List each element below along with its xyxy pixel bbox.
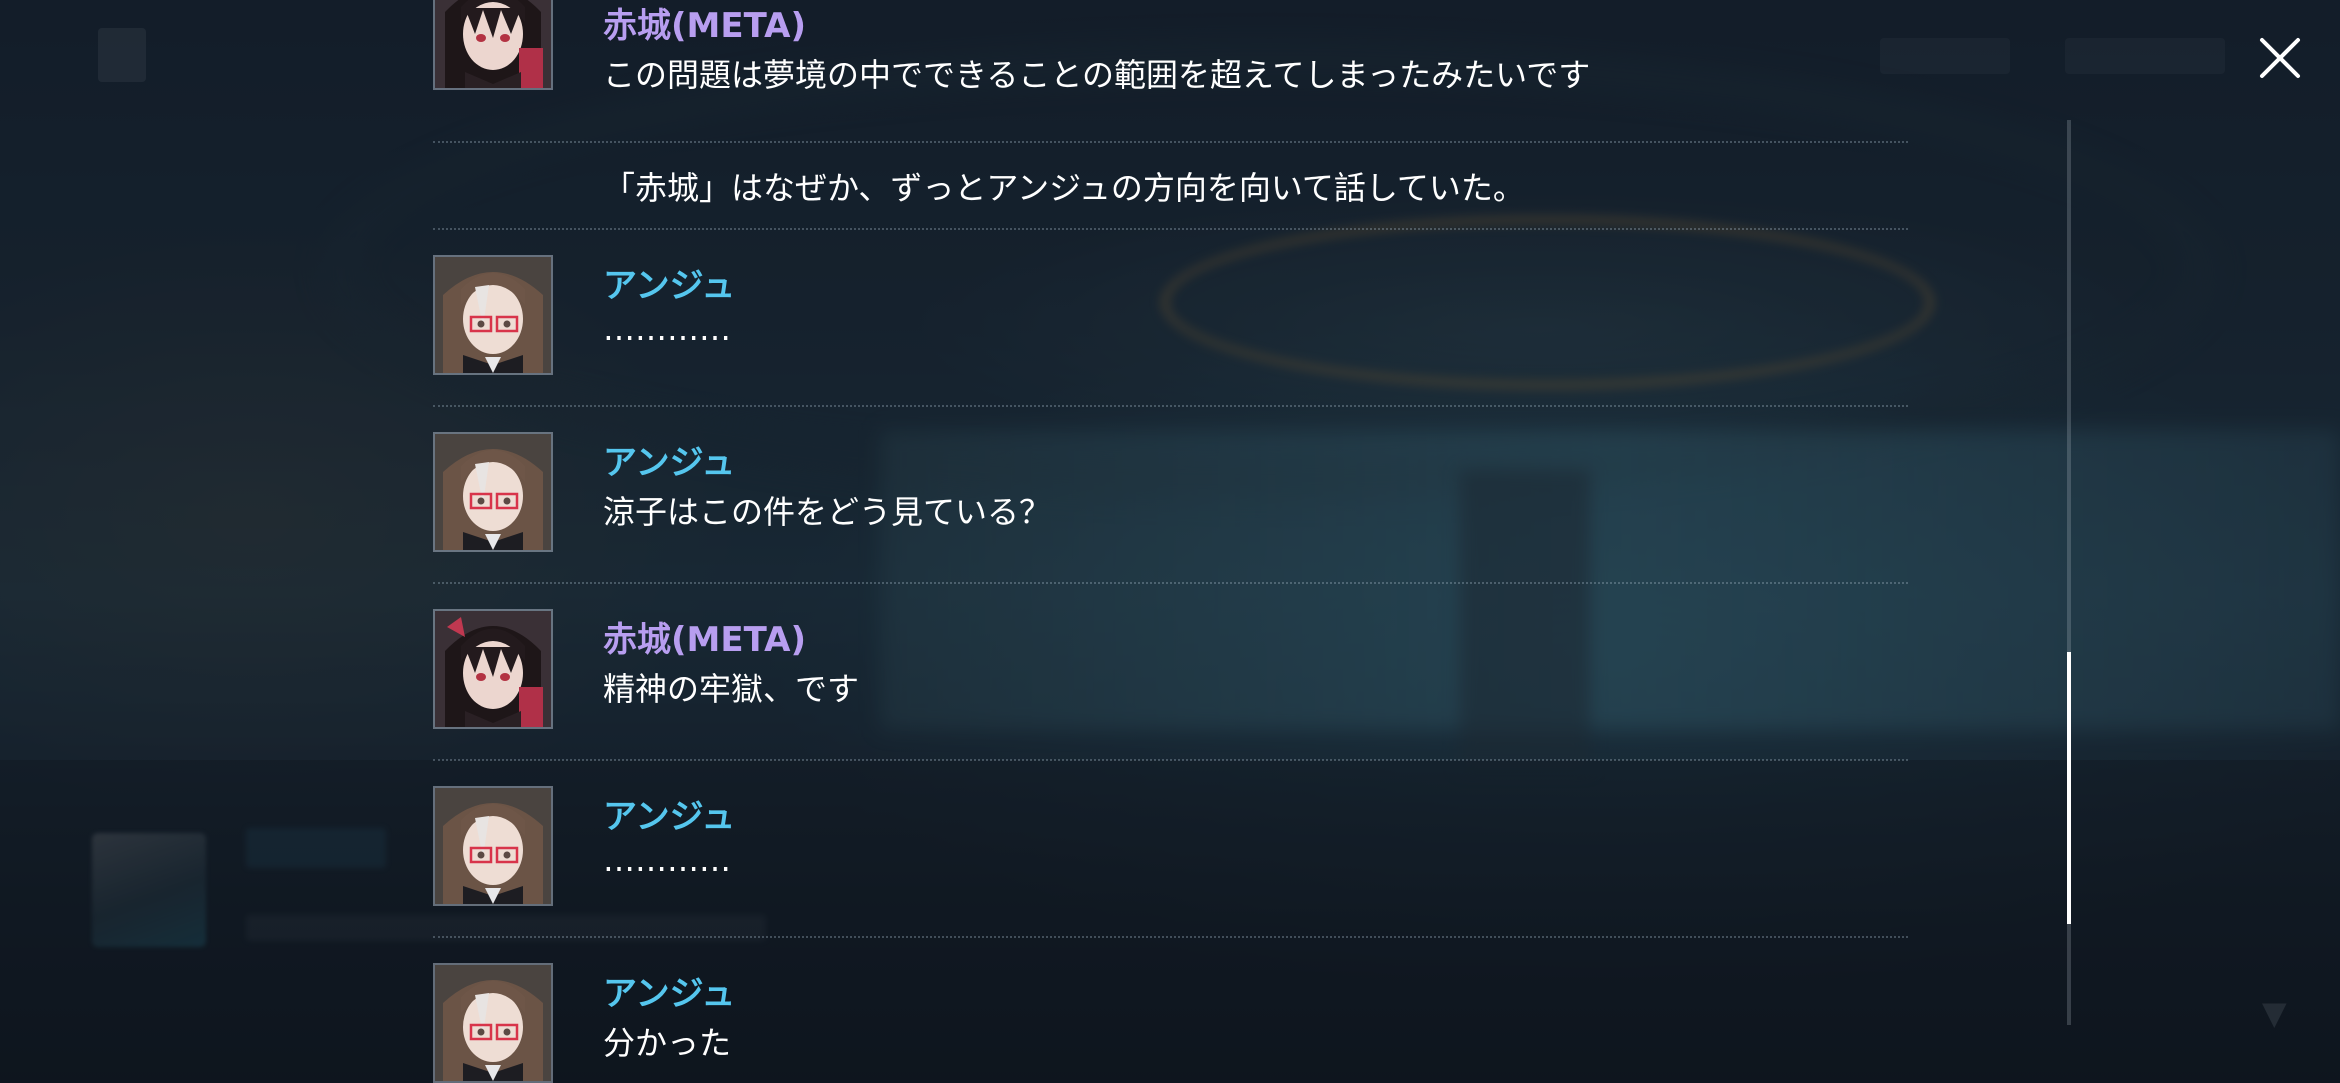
speaker-name: 赤城(META) xyxy=(603,620,807,660)
speaker-name: アンジュ xyxy=(603,266,736,306)
log-entry: 赤城(META) この問題は夢境の中でできることの範囲を超えてしまったみたいです xyxy=(433,0,1908,143)
akagi-portrait xyxy=(433,0,553,90)
log-entry: アンジュ ………… xyxy=(433,761,1908,938)
speaker-name: アンジュ xyxy=(603,797,736,837)
dialogue-line: 涼子はこの件をどう見ている？ xyxy=(603,493,1052,531)
close-icon xyxy=(2260,38,2300,78)
anju-portrait xyxy=(433,255,553,375)
dialogue-line: ………… xyxy=(603,310,731,348)
speaker-name: 赤城(META) xyxy=(603,6,807,46)
log-entry: アンジュ 分かった xyxy=(433,938,1908,1083)
close-button[interactable] xyxy=(2256,34,2304,82)
anju-portrait xyxy=(433,963,553,1083)
anju-portrait xyxy=(433,432,553,552)
dialogue-line: この問題は夢境の中でできることの範囲を超えてしまったみたいです xyxy=(603,56,1591,94)
dialogue-line: 精神の牢獄、です xyxy=(603,670,860,708)
dialogue-log[interactable]: 赤城(META) この問題は夢境の中でできることの範囲を超えてしまったみたいです… xyxy=(433,0,1908,1083)
log-entry: アンジュ ………… xyxy=(433,230,1908,407)
dialogue-line: ………… xyxy=(603,841,731,879)
log-scrollbar[interactable] xyxy=(2067,120,2071,1025)
dialogue-line: 分かった xyxy=(603,1024,732,1062)
narration-line: 「赤城」はなぜか、ずっとアンジュの方向を向いて話していた。 xyxy=(603,169,1525,207)
log-scrollbar-thumb[interactable] xyxy=(2067,652,2071,924)
akagi-portrait xyxy=(433,609,553,729)
log-entry-narration: 「赤城」はなぜか、ずっとアンジュの方向を向いて話していた。 xyxy=(433,143,1908,230)
speaker-name: アンジュ xyxy=(603,443,736,483)
speaker-name: アンジュ xyxy=(603,974,736,1014)
anju-portrait xyxy=(433,786,553,906)
log-entry: 赤城(META) 精神の牢獄、です xyxy=(433,584,1908,761)
log-entry: アンジュ 涼子はこの件をどう見ている？ xyxy=(433,407,1908,584)
